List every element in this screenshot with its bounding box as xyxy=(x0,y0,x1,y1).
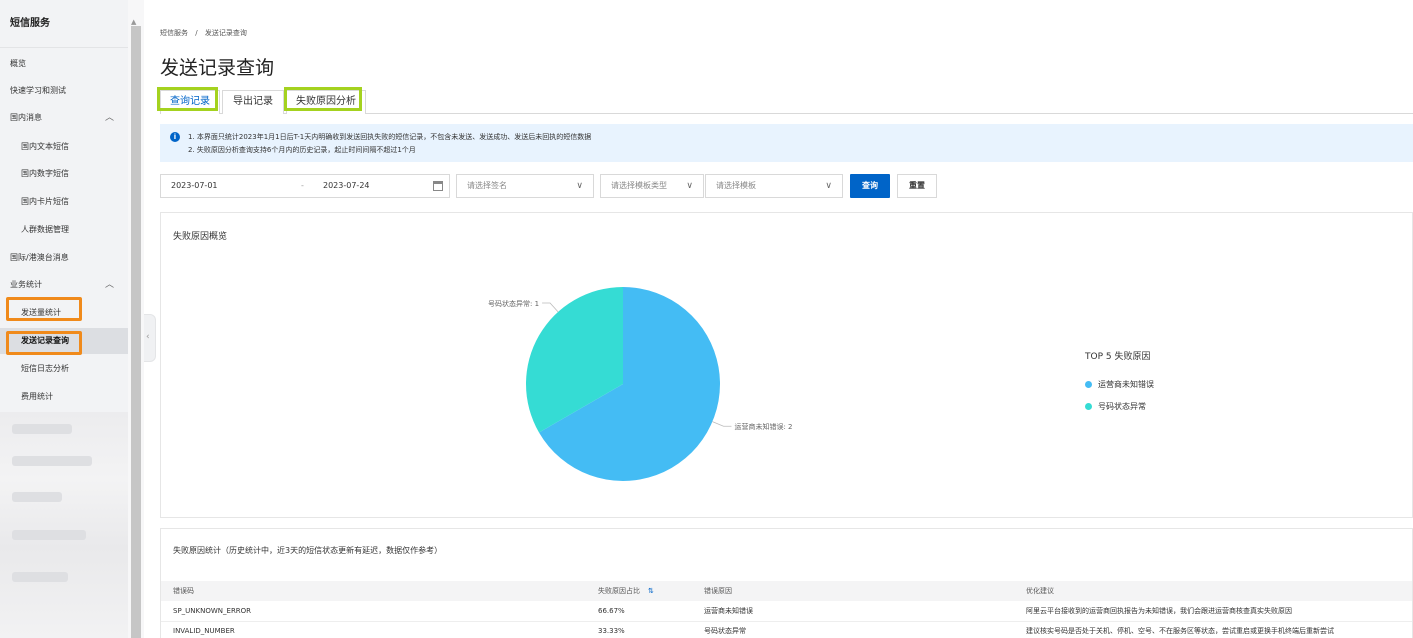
sign-select[interactable]: 请选择签名 ∨ xyxy=(456,174,594,198)
legend-item-unknown-error[interactable]: 运营商未知错误 xyxy=(1085,379,1154,390)
sidebar-group-domestic[interactable]: 国内消息 ︿ xyxy=(0,105,128,131)
sidebar-scrollbar-thumb[interactable] xyxy=(131,26,141,638)
sort-icon[interactable]: ⇅ xyxy=(648,587,654,595)
chevron-up-icon: ︿ xyxy=(104,113,114,123)
date-range-picker[interactable]: 2023-07-01 - 2023-07-24 xyxy=(160,174,450,198)
sidebar-group-statistics[interactable]: 业务统计 ︿ xyxy=(0,272,128,298)
sidebar-item-log-analysis[interactable]: 短信日志分析 xyxy=(0,356,128,382)
cell-ratio: 33.33% xyxy=(586,621,692,638)
blurred-text xyxy=(12,530,86,540)
template-type-placeholder: 请选择模板类型 xyxy=(611,181,667,190)
cell-suggestion: 建议核实号码是否处于关机、停机、空号、不在服务区等状态，尝试重启或更换手机终端后… xyxy=(1014,621,1412,638)
sidebar-item-cost[interactable]: 费用统计 xyxy=(0,384,128,410)
template-select[interactable]: 请选择模板 ∨ xyxy=(705,174,843,198)
tab-export-records[interactable]: 导出记录 xyxy=(222,90,284,114)
breadcrumb-separator: / xyxy=(195,29,198,37)
cell-suggestion: 阿里云平台接收到的运营商回执报告为未知错误，我们会跟进运营商核查真实失败原因 xyxy=(1014,601,1412,622)
blurred-text xyxy=(12,456,92,466)
sidebar-item-domestic-digital[interactable]: 国内数字短信 xyxy=(0,161,128,187)
sidebar-item-crowd-data[interactable]: 人群数据管理 xyxy=(0,217,128,243)
info-notice: i 1. 本界面只统计2023年1月1日后T-1天内明确收到发送回执失败的短信记… xyxy=(160,124,1413,162)
blurred-text xyxy=(12,572,68,582)
date-end-value: 2023-07-24 xyxy=(323,181,370,190)
sidebar-item-overview[interactable]: 概览 xyxy=(0,51,128,77)
query-button[interactable]: 查询 xyxy=(850,174,890,198)
pie-data-label: 运营商未知错误: 2 xyxy=(734,422,792,431)
sidebar-item-international[interactable]: 国际/港澳台消息 xyxy=(0,245,128,271)
legend-label: 号码状态异常 xyxy=(1098,402,1146,411)
notice-line-2: 2. 失败原因分析查询支持6个月内的历史记录，起止时间间隔不超过1个月 xyxy=(188,146,416,154)
column-header-suggestion: 优化建议 xyxy=(1014,581,1412,601)
page-title: 发送记录查询 xyxy=(160,57,275,79)
sidebar-item-label: 国内消息 xyxy=(10,113,42,122)
table-row: INVALID_NUMBER 33.33% 号码状态异常 建议核实号码是否处于关… xyxy=(161,621,1412,638)
chevron-down-icon: ∨ xyxy=(576,181,583,191)
column-header-error-code: 错误码 xyxy=(161,581,586,601)
legend-dot xyxy=(1085,403,1092,410)
cell-reason: 运营商未知错误 xyxy=(692,601,1014,622)
blurred-region xyxy=(0,412,128,638)
cell-reason: 号码状态异常 xyxy=(692,621,1014,638)
highlight-tab-query xyxy=(157,87,218,111)
cell-error-code: SP_UNKNOWN_ERROR xyxy=(161,601,586,622)
chevron-down-icon: ∨ xyxy=(686,181,693,191)
date-start-value: 2023-07-01 xyxy=(171,181,218,190)
chevron-down-icon: ∨ xyxy=(825,181,832,191)
legend-item-invalid-number[interactable]: 号码状态异常 xyxy=(1085,401,1146,412)
stats-title: 失败原因统计（历史统计中，近3天的短信状态更新有延迟，数据仅作参考） xyxy=(173,546,443,555)
legend-label: 运营商未知错误 xyxy=(1098,380,1154,389)
cell-ratio: 66.67% xyxy=(586,601,692,622)
sidebar-title: 短信服务 xyxy=(0,0,128,48)
pie-label-line xyxy=(542,302,559,313)
overview-card: 失败原因概览 运营商未知错误: 2 号码状态异常: 1 TOP 5 失败原因 运营… xyxy=(160,212,1413,518)
calendar-icon[interactable] xyxy=(433,181,443,191)
chevron-up-icon: ︿ xyxy=(104,280,114,290)
sidebar-item-label: 业务统计 xyxy=(10,280,42,289)
highlight-tab-failure xyxy=(284,87,362,111)
sidebar-collapse-handle[interactable]: ‹ xyxy=(144,314,156,362)
highlight-send-volume xyxy=(6,297,82,321)
breadcrumb-current: 发送记录查询 xyxy=(204,29,247,37)
breadcrumb-root[interactable]: 短信服务 xyxy=(160,29,188,37)
pie-label-line xyxy=(712,421,732,427)
info-icon: i xyxy=(170,132,180,142)
blurred-text xyxy=(12,424,72,434)
legend-dot xyxy=(1085,381,1092,388)
table-row: SP_UNKNOWN_ERROR 66.67% 运营商未知错误 阿里云平台接收到… xyxy=(161,601,1412,622)
highlight-send-records xyxy=(6,331,82,355)
cell-error-code: INVALID_NUMBER xyxy=(161,621,586,638)
template-type-select[interactable]: 请选择模板类型 ∨ xyxy=(600,174,704,198)
column-header-ratio[interactable]: 失败原因占比 ⇅ xyxy=(586,581,692,601)
sidebar-item-domestic-card[interactable]: 国内卡片短信 xyxy=(0,189,128,215)
failure-pie-chart: 运营商未知错误: 2 号码状态异常: 1 xyxy=(488,287,793,481)
scroll-up-arrow-icon[interactable]: ▲ xyxy=(131,18,136,26)
breadcrumb: 短信服务 / 发送记录查询 xyxy=(160,28,247,38)
column-header-reason: 错误原因 xyxy=(692,581,1014,601)
sidebar-item-domestic-text[interactable]: 国内文本短信 xyxy=(0,134,128,160)
table-header-row: 错误码 失败原因占比 ⇅ 错误原因 优化建议 xyxy=(161,581,1412,601)
chevron-left-icon: ‹ xyxy=(146,332,150,342)
blurred-text xyxy=(12,492,62,502)
pie-data-label: 号码状态异常: 1 xyxy=(488,299,539,308)
sidebar-item-quick-start[interactable]: 快速学习和测试 xyxy=(0,78,128,104)
notice-line-1: 1. 本界面只统计2023年1月1日后T-1天内明确收到发送回执失败的短信记录，… xyxy=(188,133,592,141)
sign-select-placeholder: 请选择签名 xyxy=(467,181,507,190)
column-header-label: 失败原因占比 xyxy=(598,587,640,595)
stats-card: 失败原因统计（历史统计中，近3天的短信状态更新有延迟，数据仅作参考） 错误码 失… xyxy=(160,528,1413,638)
reset-button[interactable]: 重置 xyxy=(897,174,937,198)
date-separator: - xyxy=(301,181,304,190)
legend-title: TOP 5 失败原因 xyxy=(1085,352,1151,362)
stats-table: 错误码 失败原因占比 ⇅ 错误原因 优化建议 SP_UNKNOWN_ERROR 6… xyxy=(161,581,1412,638)
template-select-placeholder: 请选择模板 xyxy=(716,181,756,190)
